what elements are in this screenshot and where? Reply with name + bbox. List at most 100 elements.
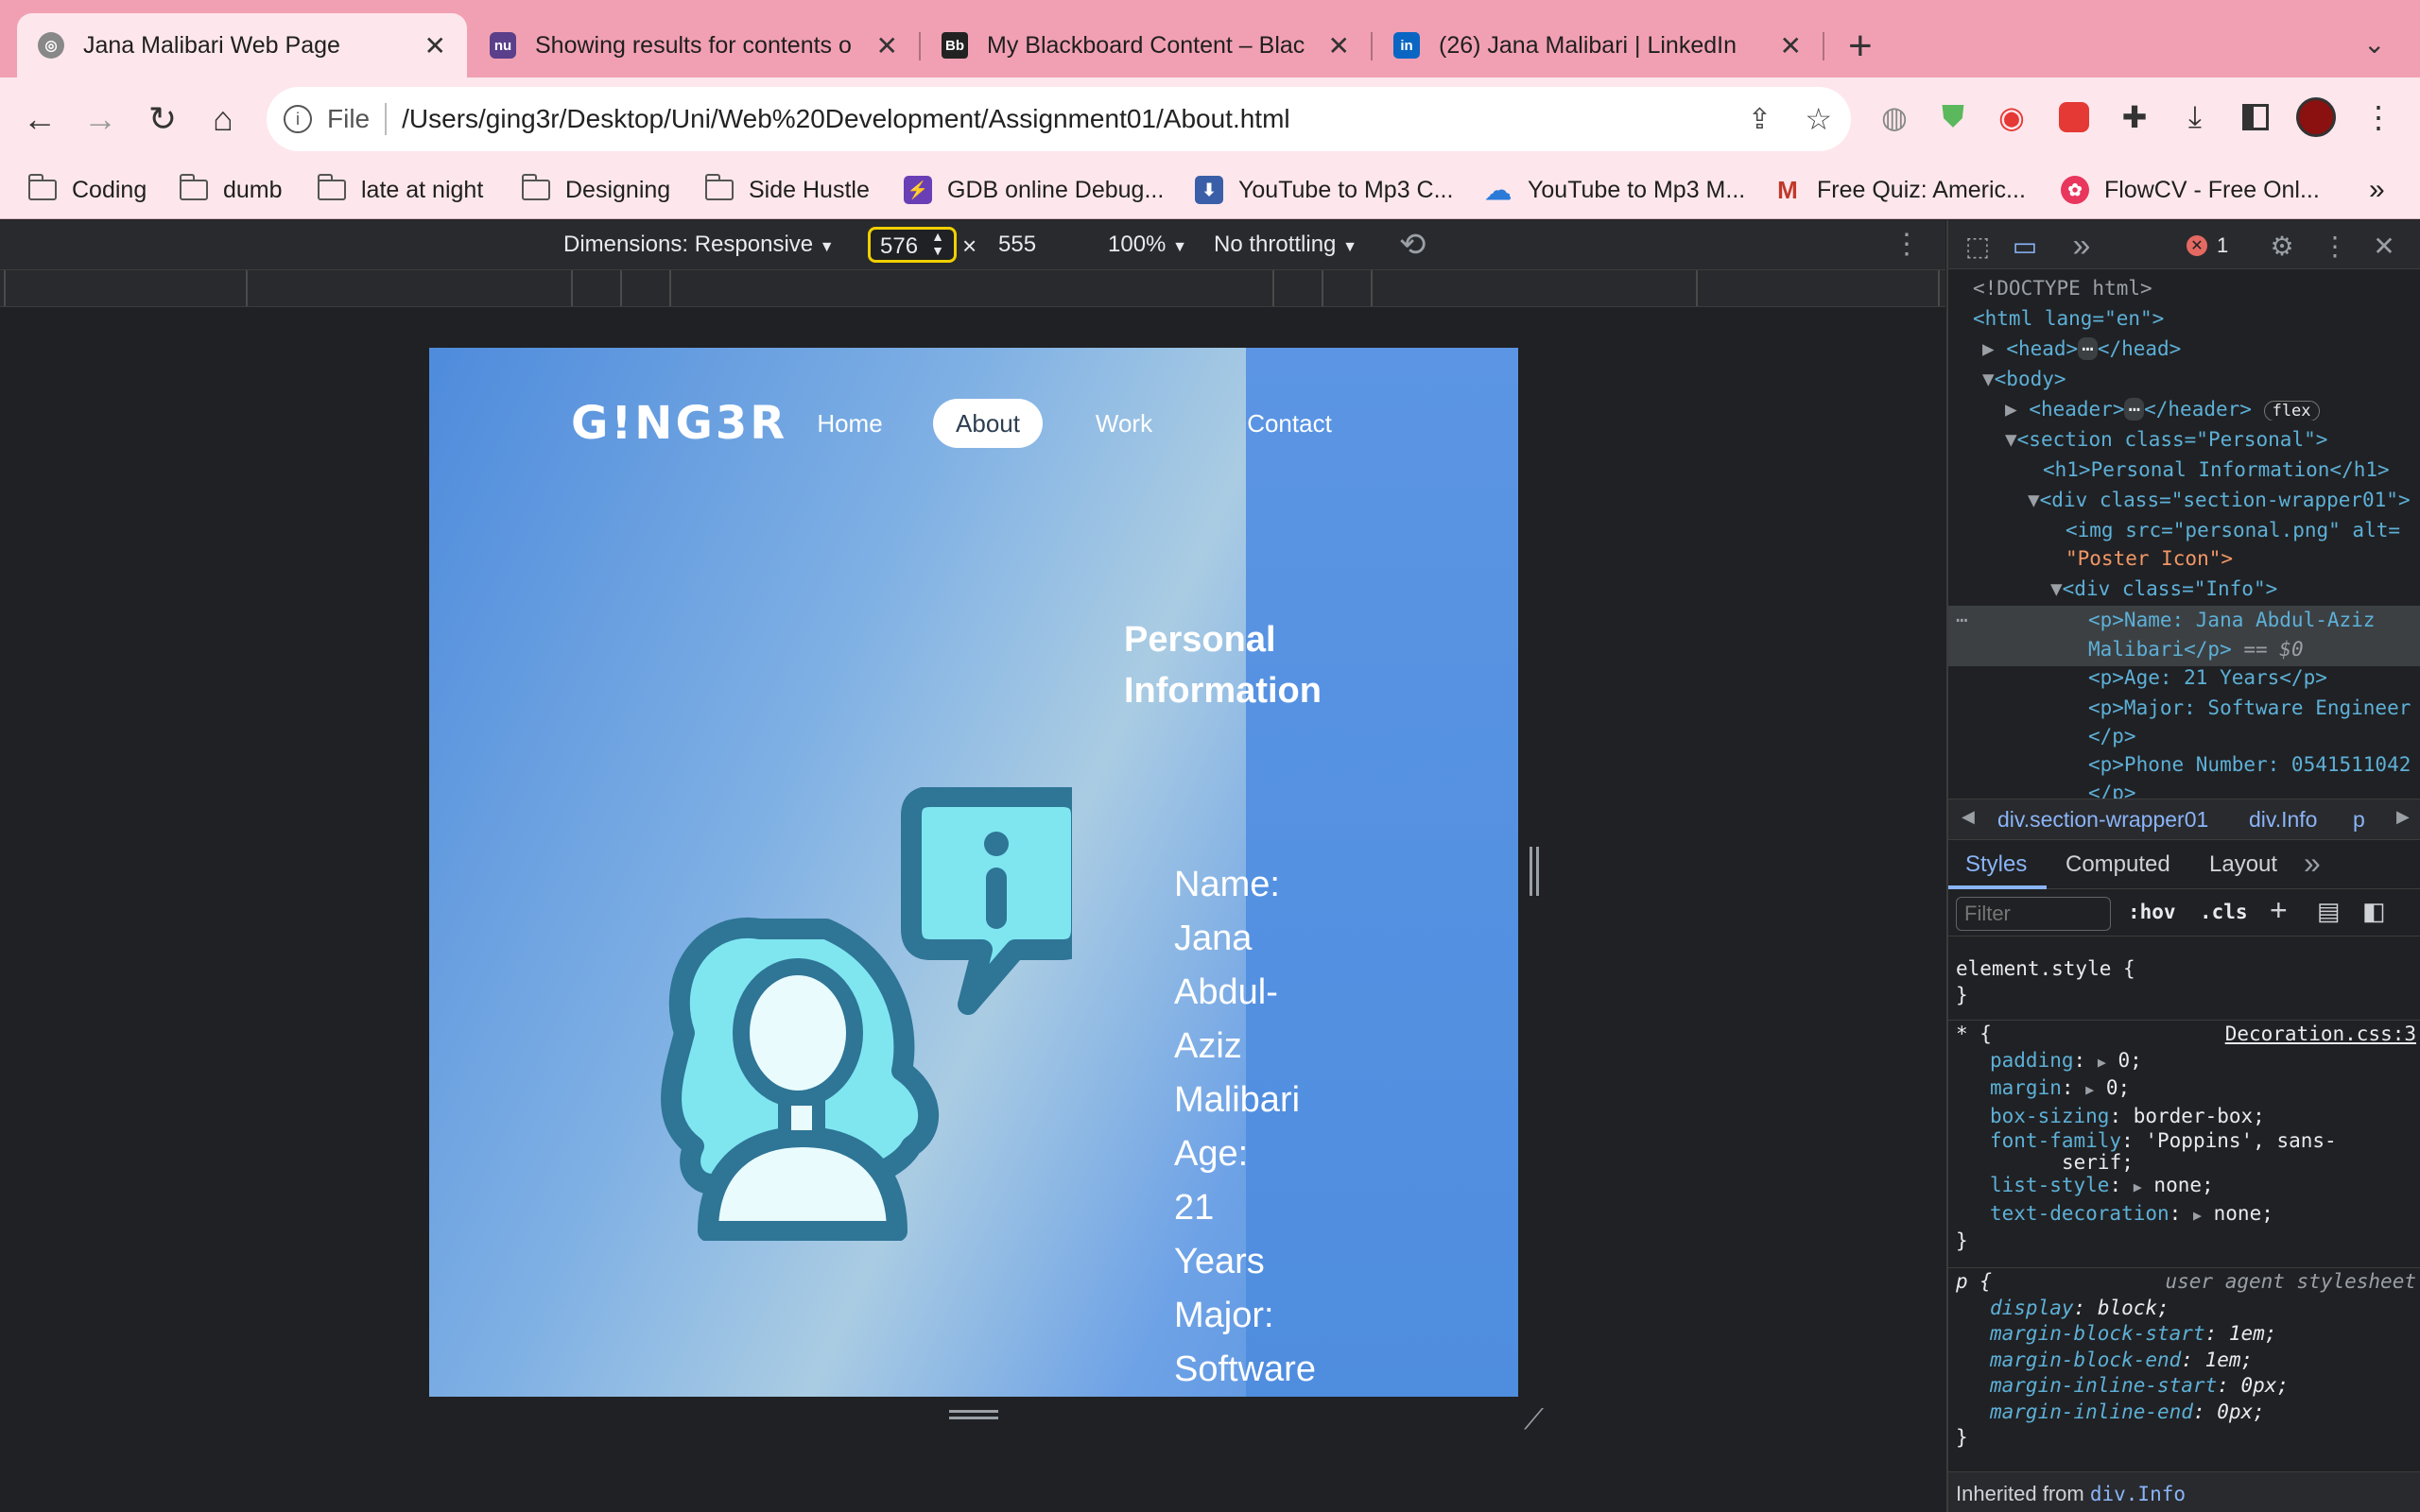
dom-line[interactable]: ▼<section class="Personal">	[1948, 428, 2420, 451]
resize-handle-corner[interactable]: ⟋	[1524, 1404, 1544, 1436]
ellipsis-badge[interactable]: ⋯	[2078, 337, 2098, 360]
bookmark-folder-side-hustle[interactable]: Side Hustle	[704, 170, 870, 210]
dom-line[interactable]: ▼<div class="section-wrapper01">	[1948, 489, 2420, 511]
nav-work[interactable]: Work	[1072, 399, 1176, 448]
dimensions-select[interactable]: Dimensions: Responsive ▼	[563, 232, 835, 258]
new-tab-icon[interactable]: +	[1848, 23, 1873, 70]
flex-badge[interactable]: flex	[2263, 401, 2320, 421]
info-icon[interactable]: i	[284, 105, 312, 133]
adblock-extension-icon[interactable]	[2053, 96, 2095, 138]
translate-globe-icon[interactable]: ◍	[1874, 96, 1915, 138]
bookmark-flowcv[interactable]: ✿ FlowCV - Free Onl...	[2061, 170, 2320, 210]
tab-styles[interactable]: Styles	[1965, 851, 2027, 878]
tab-computed[interactable]: Computed	[2066, 851, 2170, 878]
close-tab-icon[interactable]: ✕	[1328, 30, 1350, 61]
css-val[interactable]: 0;	[2118, 1049, 2142, 1072]
resize-handle-bottom[interactable]	[949, 1410, 998, 1419]
bookmark-star-icon[interactable]: ☆	[1805, 101, 1832, 137]
bookmarks-overflow-icon[interactable]: »	[2369, 170, 2385, 210]
tab-layout[interactable]: Layout	[2209, 851, 2277, 878]
width-input[interactable]: 576 ▲ ▼	[868, 227, 957, 263]
css-val[interactable]: none;	[2153, 1174, 2213, 1196]
css-val[interactable]: 'Poppins', sans-	[2145, 1129, 2336, 1152]
more-panels-icon[interactable]: »	[2304, 846, 2321, 881]
more-tabs-icon[interactable]: »	[2066, 228, 2098, 264]
css-val[interactable]: border-box;	[2134, 1105, 2265, 1127]
dom-line[interactable]: <html lang="en">	[1948, 307, 2420, 330]
shield-extension-icon[interactable]: ⛊	[1932, 96, 1974, 138]
dom-line[interactable]: <img src="personal.png" alt=	[1948, 519, 2420, 541]
collapse-arrow-icon[interactable]: ▼	[2028, 489, 2040, 511]
close-tab-icon[interactable]: ✕	[424, 30, 446, 61]
element-style-rule[interactable]: element.style { }	[1948, 955, 2420, 1008]
dom-line[interactable]: <p>Age: 21 Years</p>	[1948, 666, 2420, 689]
dom-line[interactable]: <h1>Personal Information</h1>	[1948, 458, 2420, 481]
extensions-puzzle-icon[interactable]: ✚	[2114, 96, 2155, 138]
throttling-select[interactable]: No throttling ▼	[1214, 232, 1357, 258]
nav-home[interactable]: Home	[798, 399, 902, 448]
hov-toggle[interactable]: :hov	[2128, 901, 2176, 923]
site-logo[interactable]: G!NG3R	[571, 397, 787, 450]
bookmark-youtube-mp3-c[interactable]: ⬇ YouTube to Mp3 C...	[1195, 170, 1453, 210]
side-panel-icon[interactable]	[2235, 96, 2276, 138]
rotate-icon[interactable]: ⟲	[1399, 226, 1426, 264]
bookmark-folder-coding[interactable]: Coding	[27, 170, 147, 210]
menu-kebab-icon[interactable]: ⋮	[2358, 96, 2399, 138]
dom-line[interactable]: ▶ <header> ⋯ </header> flex	[1948, 398, 2420, 421]
share-icon[interactable]: ⇪	[1748, 103, 1772, 136]
bookmark-free-quiz[interactable]: M Free Quiz: Americ...	[1773, 170, 2026, 210]
breadcrumb-right-icon[interactable]: ▶	[2396, 807, 2410, 827]
close-tab-icon[interactable]: ✕	[1780, 30, 1802, 61]
expand-arrow-icon[interactable]: ▶	[2193, 1207, 2202, 1224]
expand-arrow-icon[interactable]: ▶	[1982, 337, 1995, 360]
profile-avatar[interactable]	[2295, 96, 2337, 138]
back-icon[interactable]: ←	[15, 94, 64, 144]
url-text[interactable]: /Users/ging3r/Desktop/Uni/Web%20Developm…	[402, 104, 1290, 134]
ellipsis-badge[interactable]: ⋯	[2124, 398, 2145, 421]
resize-handle-right[interactable]	[1530, 847, 1539, 896]
paint-brush-icon[interactable]: ▤	[2317, 897, 2341, 926]
error-badge[interactable]: ✕ 1	[2187, 233, 2228, 258]
inspect-element-icon[interactable]: ⬚	[1962, 230, 1994, 262]
home-icon[interactable]: ⌂	[199, 94, 248, 144]
dom-line-selected[interactable]: ⋯ <p>Name: Jana Abdul-Aziz Malibari</p> …	[1948, 606, 2420, 666]
dom-line[interactable]: <p>Major: Software Engineer	[1948, 696, 2420, 719]
media-query-ruler[interactable]	[0, 269, 1945, 307]
bookmark-gdb[interactable]: ⚡ GDB online Debug...	[904, 170, 1164, 210]
dom-line[interactable]: ▼<div class="Info">	[1948, 577, 2420, 600]
collapse-arrow-icon[interactable]: ▼	[1982, 368, 1995, 390]
collapse-arrow-icon[interactable]: ▼	[2050, 577, 2063, 600]
nav-about[interactable]: About	[933, 399, 1043, 448]
devtools-menu-icon[interactable]: ⋮	[2319, 230, 2351, 262]
close-tab-icon[interactable]: ✕	[876, 30, 898, 61]
height-input[interactable]: 555	[998, 232, 1036, 258]
breadcrumb-item[interactable]: div.Info	[2249, 807, 2317, 833]
bookmark-folder-designing[interactable]: Designing	[521, 170, 670, 210]
universal-rule[interactable]: * {Decoration.css:3 padding: ▶ 0; margin…	[1948, 1022, 2420, 1255]
dom-line[interactable]: ▶ <head> ⋯ </head>	[1948, 337, 2420, 360]
new-rule-icon[interactable]: +	[2270, 893, 2288, 928]
close-devtools-icon[interactable]: ✕	[2368, 230, 2400, 262]
node-actions-icon[interactable]: ⋯	[1956, 606, 1968, 635]
zoom-select[interactable]: 100% ▼	[1108, 232, 1187, 258]
cls-toggle[interactable]: .cls	[2200, 901, 2248, 923]
styles-filter-input[interactable]	[1956, 897, 2111, 931]
tab-results[interactable]: nu Showing results for contents o ✕	[469, 13, 919, 77]
css-val[interactable]: serif;	[2062, 1151, 2134, 1174]
dom-line[interactable]: <!DOCTYPE html>	[1948, 277, 2420, 300]
dom-line[interactable]: </p>	[1948, 725, 2420, 747]
bookmark-youtube-mp3-m[interactable]: ☁ YouTube to Mp3 M...	[1484, 170, 1745, 210]
p-useragent-rule[interactable]: p {user agent stylesheet display: block;…	[1948, 1269, 2420, 1452]
breadcrumb-item[interactable]: p	[2353, 807, 2365, 833]
css-val[interactable]: 0;	[2106, 1076, 2130, 1099]
settings-gear-icon[interactable]: ⚙	[2266, 230, 2298, 262]
tab-linkedin[interactable]: in (26) Jana Malibari | LinkedIn ✕	[1373, 13, 1823, 77]
expand-arrow-icon[interactable]: ▶	[2098, 1054, 2106, 1071]
expand-arrow-icon[interactable]: ▶	[2085, 1081, 2094, 1098]
address-bar[interactable]: i File /Users/ging3r/Desktop/Uni/Web%20D…	[267, 87, 1851, 151]
collapse-arrow-icon[interactable]: ▼	[2005, 428, 2017, 451]
css-val[interactable]: none;	[2214, 1202, 2273, 1225]
nav-contact[interactable]: Contact	[1204, 399, 1374, 448]
dom-line[interactable]: "Poster Icon">	[1948, 547, 2420, 570]
tab-jana-malibari[interactable]: ◎ Jana Malibari Web Page ✕	[17, 13, 467, 77]
